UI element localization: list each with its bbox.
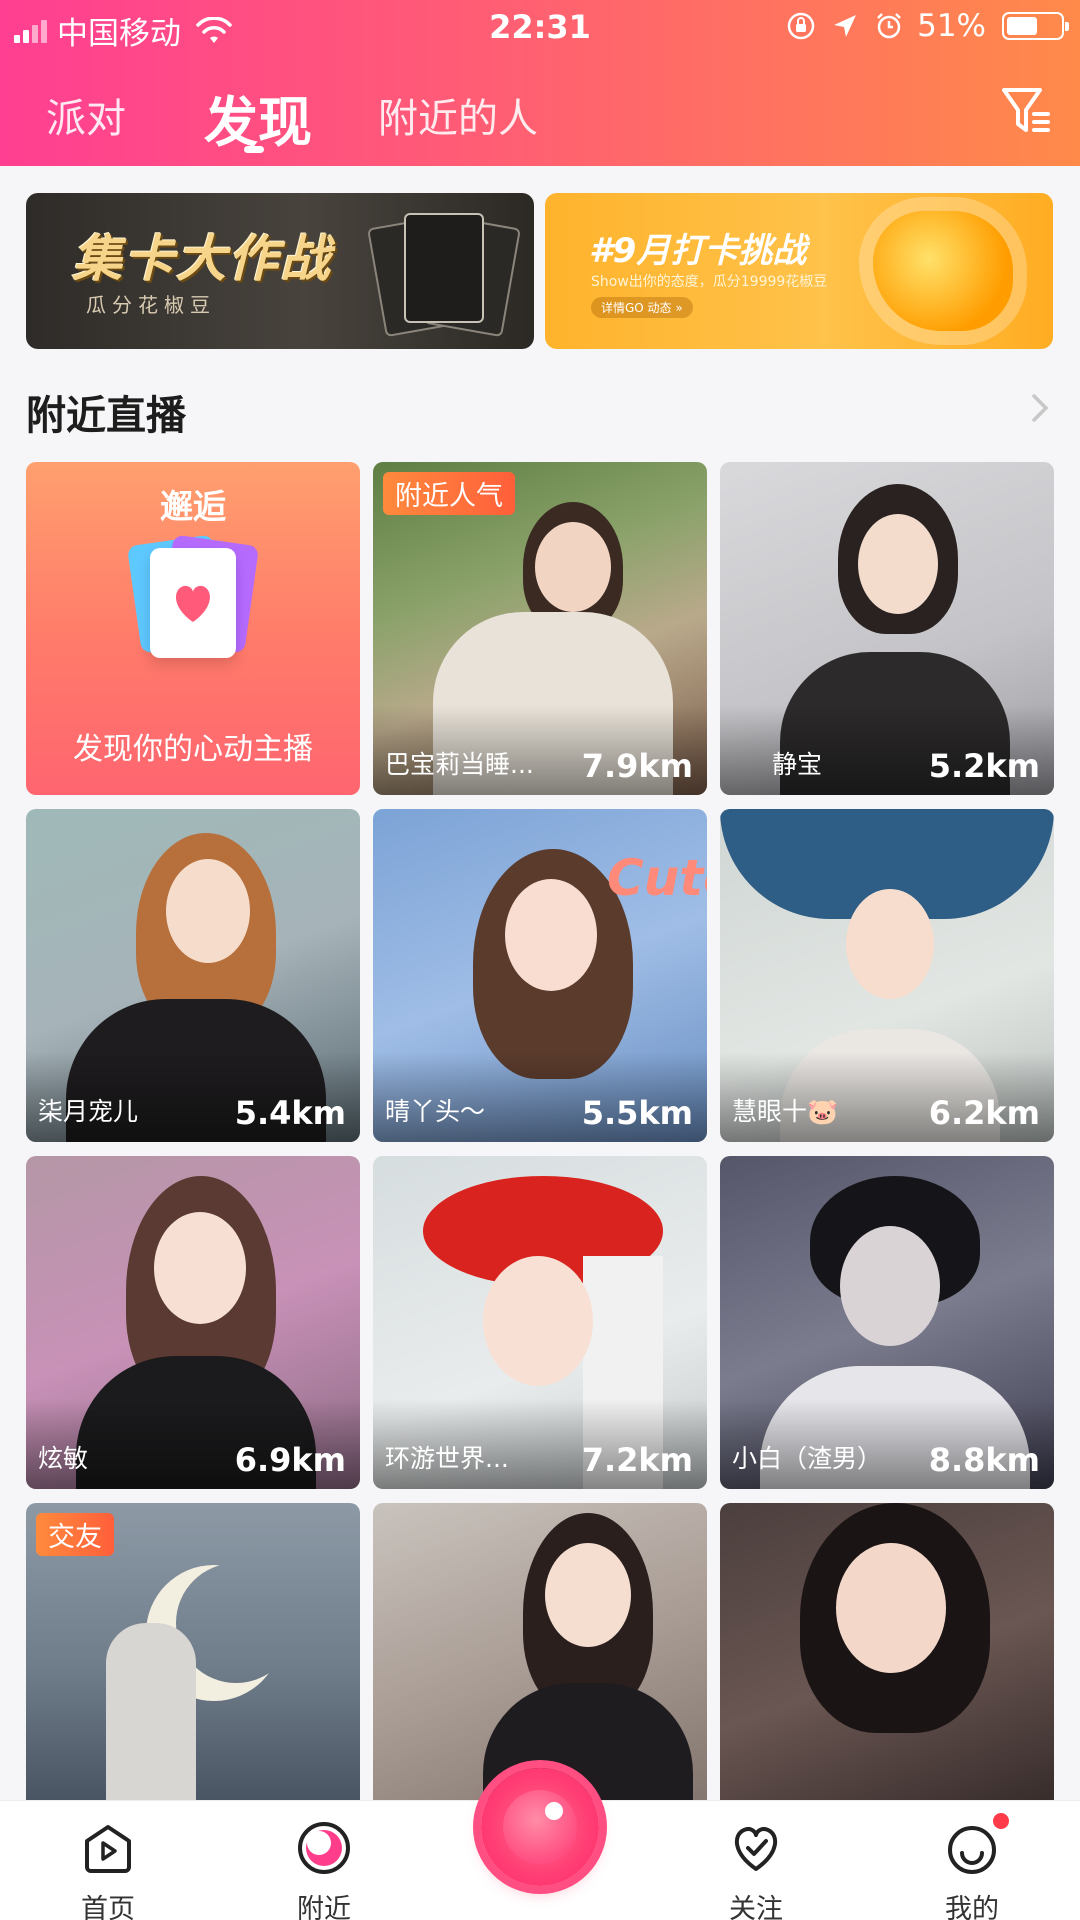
streamer-name: 巴宝莉当睡... (385, 750, 534, 779)
go-live-button[interactable] (481, 1768, 599, 1886)
banner-right-pill: 详情GO 动态 » (591, 297, 693, 318)
chevron-right-icon[interactable] (1030, 392, 1050, 424)
banner-right-title: #9月打卡挑战 (589, 231, 807, 271)
nav-nearby[interactable]: 附近 (264, 1819, 384, 1920)
battery-percent: 51% (917, 8, 986, 44)
photo-face (836, 1543, 946, 1673)
live-tile[interactable]: 炫敏 6.9km (26, 1156, 360, 1489)
live-tile[interactable] (720, 1503, 1054, 1836)
nav-home[interactable]: 首页 (48, 1819, 168, 1920)
nav-profile[interactable]: 我的 (912, 1819, 1032, 1920)
streamer-distance: 6.9km (234, 1441, 346, 1479)
camera-lens-icon (503, 1790, 577, 1864)
photo-figure (106, 1623, 196, 1823)
streamer-name: 柒月宠儿 (38, 1097, 139, 1126)
photo-face (483, 1256, 593, 1386)
tab-nearby-people[interactable]: 附近的人 (378, 86, 538, 144)
photo-face (535, 522, 611, 612)
photo-face (846, 889, 934, 999)
live-thumbnail (720, 1503, 1054, 1836)
card-stack-icon (367, 207, 521, 338)
nav-follow[interactable]: 关注 (696, 1819, 816, 1920)
nav-profile-label: 我的 (945, 1894, 999, 1920)
promo-subtitle: 发现你的心动主播 (73, 732, 313, 767)
live-tile[interactable]: 小白（渣男） 8.8km (720, 1156, 1054, 1489)
photo-face (505, 879, 597, 991)
banner-checkin-challenge[interactable]: #9月打卡挑战 Show出你的态度，瓜分19999花椒豆 详情GO 动态 » (545, 193, 1053, 349)
orientation-lock-icon (787, 12, 815, 40)
live-tile[interactable]: Cute 晴丫头～ 5.5km (373, 809, 707, 1142)
tile-tag: 交友 (36, 1513, 114, 1556)
nav-follow-label: 关注 (729, 1894, 783, 1920)
location-icon (834, 15, 857, 37)
follow-heart-icon (734, 1826, 778, 1871)
photo-face (154, 1212, 246, 1324)
live-tile[interactable]: 环游世界... 7.2km (373, 1156, 707, 1489)
photo-face (166, 859, 250, 963)
live-tile[interactable]: 静宝 5.2km (720, 462, 1054, 795)
banner-left-subtitle: 瓜分花椒豆 (86, 293, 216, 317)
top-tab-bar: 派对 发现 附近的人 (0, 70, 1080, 160)
streamer-name: 静宝 (772, 750, 823, 779)
streamer-distance: 6.2km (928, 1094, 1040, 1132)
streamer-distance: 8.8km (928, 1441, 1040, 1479)
streamer-distance: 5.2km (928, 747, 1040, 785)
banner-card-battle[interactable]: 集卡大作战 瓜分花椒豆 (26, 193, 534, 349)
status-right: 51% (785, 8, 1069, 44)
streamer-distance: 5.4km (234, 1094, 346, 1132)
top-header: 中国移动 22:31 51% 派对 发现 附近的人 (0, 0, 1080, 166)
status-bar: 中国移动 22:31 51% (0, 0, 1080, 54)
streamer-name: 慧眼十🐷 (732, 1097, 839, 1126)
photo-face (858, 514, 938, 614)
nav-nearby-label: 附近 (297, 1894, 351, 1920)
nearby-icon (298, 1822, 350, 1874)
promo-title: 邂逅 (160, 487, 226, 526)
filter-icon[interactable] (1000, 84, 1052, 138)
streamer-name: 环游世界... (385, 1444, 509, 1473)
live-tile[interactable]: 交友 (26, 1503, 360, 1836)
photo-face (545, 1543, 631, 1647)
streamer-distance: 7.9km (581, 747, 693, 785)
lens-highlight (545, 1802, 563, 1820)
profile-icon (948, 1826, 996, 1874)
streamer-name: 晴丫头～ (385, 1097, 486, 1126)
banner-right-subtitle: Show出你的态度，瓜分19999花椒豆 (591, 274, 828, 290)
battery-icon (1002, 12, 1069, 40)
home-play-icon (85, 1825, 131, 1873)
photo-sticker: Cute (607, 849, 707, 907)
nav-home-label: 首页 (81, 1894, 135, 1920)
alarm-icon (877, 13, 901, 39)
streamer-distance: 7.2km (581, 1441, 693, 1479)
tab-party[interactable]: 派对 (46, 86, 126, 144)
live-tile[interactable]: 慧眼十🐷 6.2km (720, 809, 1054, 1142)
banner-left-title: 集卡大作战 (72, 230, 332, 288)
photo-face (840, 1226, 940, 1346)
streamer-name: 小白（渣男） (732, 1444, 883, 1473)
heart-card-icon (150, 548, 236, 658)
active-tab-indicator (244, 146, 264, 153)
streamer-distance: 5.5km (581, 1094, 693, 1132)
live-tile[interactable]: 柒月宠儿 5.4km (26, 809, 360, 1142)
bean-mascot-icon (873, 211, 1013, 331)
notification-dot (993, 1813, 1009, 1829)
tile-tag: 附近人气 (383, 472, 515, 515)
live-tile[interactable]: 附近人气 巴宝莉当睡... 7.9km (373, 462, 707, 795)
discover-promo-card[interactable]: 邂逅 发现你的心动主播 (26, 462, 360, 795)
section-title: 附近直播 (26, 393, 186, 439)
streamer-name: 炫敏 (38, 1444, 89, 1473)
